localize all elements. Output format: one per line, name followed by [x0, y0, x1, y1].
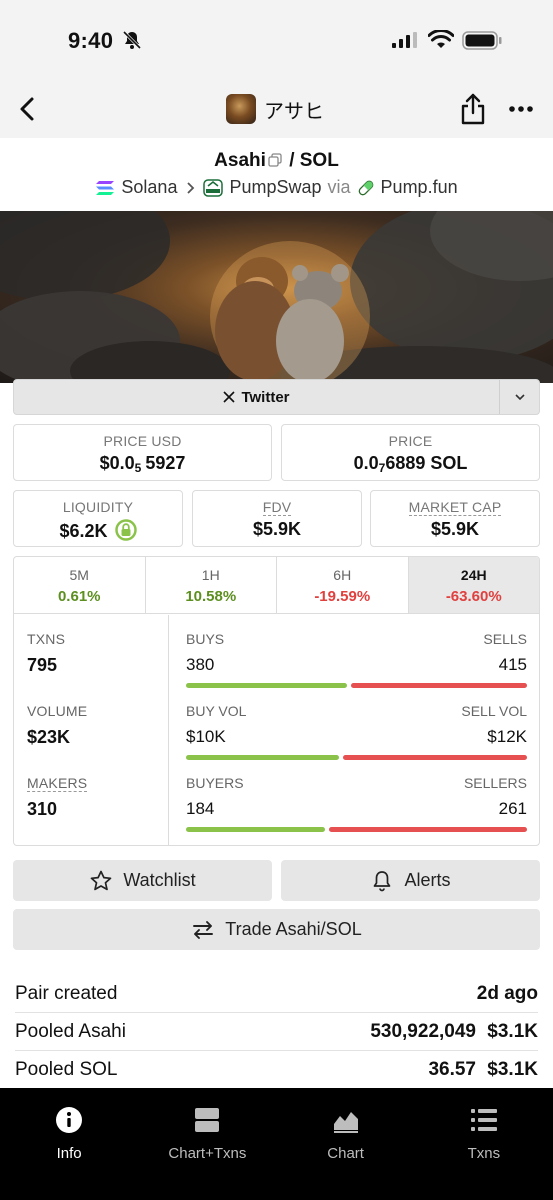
tab-info[interactable]: Info — [0, 1088, 138, 1200]
swap-arrows-icon — [193, 920, 214, 939]
tab-chart-txns[interactable]: Chart+Txns — [138, 1088, 276, 1200]
socials-dropdown-button[interactable] — [499, 380, 540, 414]
stats-panel: 5M 0.61% 1H 10.58% 6H -19.59% 24H -63.60… — [13, 556, 540, 846]
sells-bar — [351, 683, 527, 688]
star-icon — [90, 870, 112, 890]
liquidity-label: LIQUIDITY — [62, 499, 134, 515]
list-icon — [470, 1109, 497, 1131]
volume-ratio-bar — [186, 755, 527, 760]
solana-icon — [96, 180, 115, 195]
price-native-label: PRICE — [388, 433, 433, 449]
base-token-name: Asahi — [214, 150, 266, 171]
market-cap-card: MARKET CAP $5.9K — [370, 490, 540, 547]
bottom-tab-bar: Info Chart+Txns Chart Txns — [0, 1088, 553, 1200]
fdv-card: FDV $5.9K — [192, 490, 362, 547]
otter-photo-illustration — [0, 211, 553, 383]
bell-icon — [374, 870, 391, 891]
buyers-bar — [186, 827, 325, 832]
chart-txns-icon — [195, 1108, 220, 1132]
nav-title: アサヒ — [226, 92, 324, 126]
copy-icon[interactable] — [268, 153, 282, 167]
wifi-icon — [428, 30, 454, 48]
buys-bar — [186, 683, 347, 688]
buy-volume-bar — [186, 755, 340, 760]
tab-1h[interactable]: 1H 10.58% — [146, 557, 277, 613]
buys-sells-row: BUYS SELLS 380 415 — [186, 631, 527, 688]
price-usd-value: $0.05 5927 — [99, 453, 186, 475]
back-button[interactable] — [12, 94, 42, 124]
market-cap-label[interactable]: MARKET CAP — [408, 499, 502, 516]
trade-button[interactable]: Trade Asahi/SOL — [13, 909, 540, 950]
x-logo-icon — [223, 391, 236, 403]
social-links-bar: Twitter — [13, 379, 540, 415]
tab-chart[interactable]: Chart — [277, 1088, 415, 1200]
fdv-label[interactable]: FDV — [262, 499, 292, 516]
top-nav: アサヒ — [0, 82, 553, 138]
alerts-button[interactable]: Alerts — [281, 860, 540, 901]
sell-volume-bar — [343, 755, 527, 760]
battery-icon — [462, 31, 502, 50]
token-avatar — [226, 94, 256, 124]
buys-sells-ratio-bar — [186, 683, 527, 688]
liquidity-value: $6.2K — [14, 519, 182, 542]
pair-created-row: Pair created 2d ago — [15, 975, 538, 1013]
makers-stat: MAKERS 310 — [27, 775, 88, 819]
buyers-ratio-bar — [186, 827, 527, 832]
chart-icon — [333, 1112, 358, 1133]
share-button[interactable] — [458, 92, 488, 126]
liquidity-card: LIQUIDITY $6.2K — [13, 490, 183, 547]
volume-stat: VOLUME $23K — [27, 703, 88, 747]
info-icon — [56, 1107, 83, 1133]
pair-breadcrumb: Solana PumpSwap via Pump.fun — [0, 177, 553, 198]
buyers-sellers-row: BUYERS SELLERS 184 261 — [186, 775, 527, 832]
pumpswap-icon — [203, 178, 224, 197]
market-cap-value: $5.9K — [430, 519, 480, 539]
more-options-button[interactable] — [506, 96, 536, 122]
tab-24h[interactable]: 24H -63.60% — [408, 557, 539, 613]
liquidity-lock-icon[interactable] — [114, 519, 137, 541]
sellers-bar — [328, 827, 527, 832]
token-banner-image — [0, 211, 553, 383]
twitter-button[interactable]: Twitter — [14, 380, 499, 414]
via-label: via — [327, 177, 351, 197]
dex-name[interactable]: PumpSwap — [229, 177, 321, 198]
price-usd-label: PRICE USD — [103, 433, 182, 449]
launchpad-name[interactable]: Pump.fun — [381, 177, 458, 198]
buy-sell-volume-row: BUY VOL SELL VOL $10K $12K — [186, 703, 527, 760]
watchlist-button[interactable]: Watchlist — [13, 860, 272, 901]
status-time: 9:40 — [68, 28, 114, 53]
timeframe-tabs: 5M 0.61% 1H 10.58% 6H -19.59% 24H -63.60… — [14, 557, 539, 614]
chevron-right-icon — [187, 181, 195, 194]
chevron-down-icon — [515, 394, 525, 401]
bell-off-icon — [122, 30, 142, 50]
tab-6h[interactable]: 6H -19.59% — [277, 557, 409, 613]
status-bar: 9:40 — [0, 0, 553, 82]
pair-title: Asahi / SOL — [0, 150, 553, 172]
txns-stat: TXNS 795 — [27, 631, 66, 675]
fdv-value: $5.9K — [252, 519, 302, 539]
quote-token-name: / SOL — [289, 150, 339, 171]
pill-icon — [358, 180, 373, 195]
pooled-quote-row: Pooled SOL 36.57 $3.1K — [15, 1059, 538, 1080]
price-usd-card: PRICE USD $0.05 5927 — [13, 424, 272, 481]
pooled-base-row: Pooled Asahi 530,922,049 $3.1K — [15, 1013, 538, 1051]
tab-txns[interactable]: Txns — [415, 1088, 553, 1200]
pair-header: Asahi / SOL Solana PumpSwap via Pump.fun — [0, 138, 553, 211]
nav-title-text: アサヒ — [264, 98, 324, 123]
price-native-card: PRICE 0.076889 SOL — [281, 424, 540, 481]
twitter-label: Twitter — [241, 388, 290, 406]
tab-5m[interactable]: 5M 0.61% — [14, 557, 146, 613]
chain-name[interactable]: Solana — [121, 177, 177, 198]
stats-summary-column: TXNS 795 VOLUME $23K MAKERS 310 — [14, 615, 169, 845]
cellular-signal-icon — [392, 32, 417, 48]
price-native-value: 0.076889 SOL — [353, 453, 468, 475]
